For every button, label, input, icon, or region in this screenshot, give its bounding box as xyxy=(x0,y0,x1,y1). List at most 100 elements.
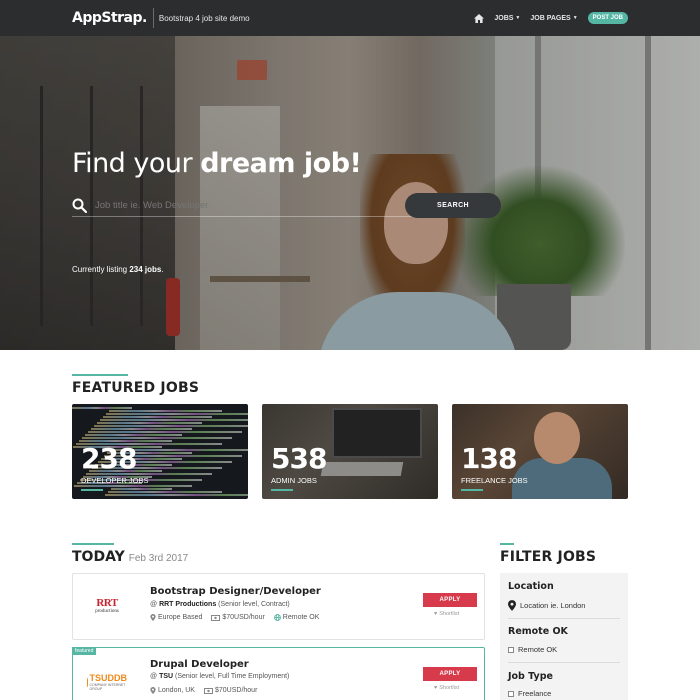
shortlist-label: Shortlist xyxy=(439,685,460,691)
remote-text: Remote OK xyxy=(282,614,320,621)
logo-text: TSUDDB xyxy=(89,672,128,683)
salary-text: $70USD/hour xyxy=(214,687,258,694)
nav-job-pages-label: JOB PAGES xyxy=(530,14,571,22)
remote-option-label: Remote OK xyxy=(518,645,558,654)
shortlist-label: Shortlist xyxy=(439,611,460,617)
nav-job-pages-dropdown[interactable]: JOB PAGES ▼ xyxy=(530,15,577,22)
featured-cards: 238 DEVELOPER JOBS 538 ADMIN JOBS 138 FR… xyxy=(72,404,628,499)
filter-remote-title: Remote OK xyxy=(508,626,568,637)
apply-button[interactable]: APPLY xyxy=(423,667,477,681)
home-icon[interactable] xyxy=(474,13,485,23)
featured-card-developer[interactable]: 238 DEVELOPER JOBS xyxy=(72,404,248,499)
featured-accent-line xyxy=(72,374,128,376)
card-count: 238 xyxy=(81,442,137,475)
job-location: London, UK xyxy=(150,687,195,694)
chevron-down-icon: ▼ xyxy=(515,15,521,21)
job-listing-featured[interactable]: featured TSUDDB COMPANY INTERNET GROUP D… xyxy=(72,647,485,700)
hero-title-bold: dream job! xyxy=(200,148,362,179)
company-detail: (Senior level, Full Time Employment) xyxy=(173,673,290,680)
post-job-button[interactable]: POST JOB xyxy=(587,12,628,24)
code-line-decoration xyxy=(106,413,248,415)
location-text: Europe Based xyxy=(158,614,203,621)
hero-heading: Find your dream job! xyxy=(72,148,362,179)
code-line-decoration xyxy=(82,437,232,439)
card-label: ADMIN JOBS xyxy=(271,476,317,485)
today-heading: TODAY Feb 3rd 2017 xyxy=(72,549,188,565)
location-text: London, UK xyxy=(158,687,195,694)
nav-jobs-label: JOBS xyxy=(494,14,514,22)
today-accent-line xyxy=(72,543,114,545)
filter-jobtype-title: Job Type xyxy=(508,671,553,682)
chevron-down-icon: ▼ xyxy=(572,15,578,21)
code-line-decoration xyxy=(111,488,172,490)
featured-card-freelance[interactable]: 138 FREELANCE JOBS xyxy=(452,404,628,499)
company-prefix: @ xyxy=(150,601,160,608)
logo-text: RRT xyxy=(96,597,118,609)
job-search-input[interactable] xyxy=(95,199,325,211)
listing-count-text: Currently listing 234 jobs. xyxy=(72,265,164,274)
apply-button[interactable]: APPLY xyxy=(423,593,477,607)
filter-location-title: Location xyxy=(508,581,554,592)
job-company: @ RRT Productions (Senior level, Contrac… xyxy=(150,601,290,608)
hero-banner: Find your dream job! SEARCH Currently li… xyxy=(0,36,700,350)
listing-suffix: . xyxy=(161,265,164,274)
job-company: @ TSU (Senior level, Full Time Employmen… xyxy=(150,673,289,680)
page: AppStrap. Bootstrap 4 job site demo JOBS… xyxy=(0,0,700,700)
brand-logo[interactable]: AppStrap. xyxy=(72,10,147,26)
shortlist-button[interactable]: ♥ Shortlist xyxy=(434,611,459,617)
nav-jobs-dropdown[interactable]: JOBS ▼ xyxy=(494,15,520,22)
shortlist-button[interactable]: ♥ Shortlist xyxy=(434,685,459,691)
remote-ok-checkbox[interactable]: Remote OK xyxy=(508,645,557,654)
code-line-decoration xyxy=(91,428,192,430)
today-date: Feb 3rd 2017 xyxy=(128,553,189,564)
card-accent-bar xyxy=(271,489,293,491)
card-label: FREELANCE JOBS xyxy=(461,476,528,485)
featured-card-admin[interactable]: 538 ADMIN JOBS xyxy=(262,404,438,499)
filter-divider xyxy=(508,618,620,619)
company-detail: (Senior level, Contract) xyxy=(216,601,290,608)
company-name[interactable]: TSU xyxy=(159,673,173,680)
filter-divider xyxy=(508,662,620,663)
money-icon xyxy=(211,614,221,621)
company-name[interactable]: RRT Productions xyxy=(159,601,216,608)
job-salary: $70USD/hour xyxy=(211,614,265,621)
featured-badge: featured xyxy=(72,647,97,655)
heart-icon: ♥ xyxy=(434,611,438,617)
code-line-decoration xyxy=(97,422,202,424)
logo-mark-icon xyxy=(87,677,88,687)
search-underline xyxy=(72,216,412,217)
job-title[interactable]: Bootstrap Designer/Developer xyxy=(150,586,321,597)
search-button[interactable]: SEARCH xyxy=(405,193,501,218)
brand-tagline: Bootstrap 4 job site demo xyxy=(158,13,250,23)
listing-prefix: Currently listing xyxy=(72,265,130,274)
job-meta: London, UK $70USD/hour xyxy=(150,687,257,694)
code-line-decoration xyxy=(74,485,192,487)
company-logo-tsu: TSUDDB COMPANY INTERNET GROUP xyxy=(87,670,127,694)
checkbox-icon xyxy=(508,690,514,697)
code-line-decoration xyxy=(109,410,222,412)
job-remote: Remote OK xyxy=(273,614,320,621)
code-line-decoration xyxy=(103,416,212,418)
job-salary: $70USD/hour xyxy=(203,687,258,694)
code-line-decoration xyxy=(94,425,248,427)
code-line-decoration xyxy=(108,491,222,493)
code-line-decoration xyxy=(72,407,132,409)
job-title[interactable]: Drupal Developer xyxy=(150,659,249,670)
globe-icon xyxy=(273,614,281,621)
card-accent-bar xyxy=(81,489,103,491)
heart-icon: ♥ xyxy=(434,685,438,691)
code-line-decoration xyxy=(85,434,182,436)
location-filter-input[interactable]: Location ie. London xyxy=(508,600,585,611)
job-location: Europe Based xyxy=(150,614,202,621)
featured-title: FEATURED JOBS xyxy=(72,380,200,396)
freelance-checkbox[interactable]: Freelance xyxy=(508,689,551,698)
company-logo-rrt: RRT productions xyxy=(87,594,127,618)
logo-subtext: COMPANY INTERNET GROUP xyxy=(89,682,126,691)
hero-title-regular: Find your xyxy=(72,148,201,179)
logo-subtext: productions xyxy=(95,609,119,614)
map-marker-icon xyxy=(150,687,156,694)
code-line-decoration xyxy=(100,419,248,421)
money-icon xyxy=(203,687,213,694)
job-listing[interactable]: RRT productions Bootstrap Designer/Devel… xyxy=(72,573,485,640)
today-title: TODAY xyxy=(72,549,125,565)
